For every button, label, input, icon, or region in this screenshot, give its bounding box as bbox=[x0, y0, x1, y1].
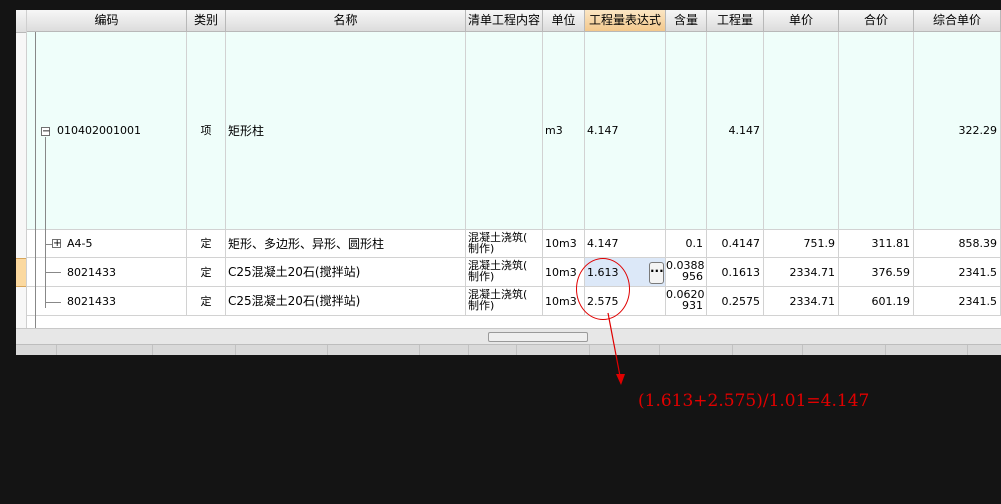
header-unit-price[interactable]: 单价 bbox=[764, 10, 839, 32]
cell-name: 矩形、多边形、异形、圆形柱 bbox=[226, 230, 466, 258]
cell-unit-price: 2334.71 bbox=[764, 287, 839, 316]
cell-type: 项 bbox=[187, 32, 226, 230]
cell-unit-price: 751.9 bbox=[764, 230, 839, 258]
header-ratio[interactable]: 含量 bbox=[666, 10, 707, 32]
collapse-icon[interactable]: − bbox=[41, 127, 50, 137]
header-unit[interactable]: 单位 bbox=[543, 10, 585, 32]
cell-unit-price bbox=[764, 32, 839, 230]
cell-unit: 10m3 bbox=[543, 230, 585, 258]
cell-total bbox=[839, 32, 914, 230]
cell-total: 601.19 bbox=[839, 287, 914, 316]
header-name[interactable]: 名称 bbox=[226, 10, 466, 32]
column-divider-strip bbox=[16, 344, 1001, 355]
horizontal-scrollbar[interactable] bbox=[16, 328, 1001, 345]
cell-content bbox=[466, 32, 543, 230]
table-row[interactable]: 8021433 定 C25混凝土20石(搅拌站) 混凝土浇筑(制作) 10m3 … bbox=[27, 258, 1001, 287]
cell-total: 311.81 bbox=[839, 230, 914, 258]
header-total[interactable]: 合价 bbox=[839, 10, 914, 32]
current-row-marker[interactable] bbox=[16, 258, 26, 287]
cell-unit: m3 bbox=[543, 32, 585, 230]
header-code[interactable]: 编码 bbox=[27, 10, 187, 32]
table-row[interactable]: 8021433 定 C25混凝土20石(搅拌站) 混凝土浇筑(制作) 10m3 … bbox=[27, 287, 1001, 316]
tree-guide-line bbox=[45, 137, 46, 308]
cell-code: 010402001001 bbox=[27, 32, 187, 230]
top-strip bbox=[0, 0, 1001, 10]
header-expression[interactable]: 工程量表达式 bbox=[585, 10, 666, 32]
header-quantity[interactable]: 工程量 bbox=[707, 10, 764, 32]
cell-quantity: 0.1613 bbox=[707, 258, 764, 287]
cell-content: 混凝土浇筑(制作) bbox=[466, 230, 543, 258]
header-content[interactable]: 清单工程内容 bbox=[466, 10, 543, 32]
cell-name: 矩形柱 bbox=[226, 32, 466, 230]
cell-type: 定 bbox=[187, 287, 226, 316]
quantity-grid-window: 编码 类别 名称 清单工程内容 单位 工程量表达式 含量 工程量 单价 合价 综… bbox=[16, 10, 1001, 355]
cell-unit-price: 2334.71 bbox=[764, 258, 839, 287]
cell-content: 混凝土浇筑(制作) bbox=[466, 258, 543, 287]
cell-quantity: 0.2575 bbox=[707, 287, 764, 316]
cell-quantity: 0.4147 bbox=[707, 230, 764, 258]
table-row[interactable]: 010402001001 项 矩形柱 m3 4.147 4.147 322.29 bbox=[27, 32, 1001, 230]
cell-quantity: 4.147 bbox=[707, 32, 764, 230]
cell-expression[interactable]: 4.147 bbox=[585, 230, 666, 258]
cell-name: C25混凝土20石(搅拌站) bbox=[226, 258, 466, 287]
cell-total: 376.59 bbox=[839, 258, 914, 287]
scrollbar-thumb[interactable] bbox=[488, 332, 588, 342]
tree-guide-line bbox=[35, 32, 36, 328]
table-row[interactable]: A4-5 定 矩形、多边形、异形、圆形柱 混凝土浇筑(制作) 10m3 4.14… bbox=[27, 230, 1001, 258]
cell-name: C25混凝土20石(搅拌站) bbox=[226, 287, 466, 316]
cell-composite-price: 2341.5 bbox=[914, 258, 1001, 287]
annotation-circle bbox=[576, 258, 630, 320]
cell-expression[interactable]: 4.147 bbox=[585, 32, 666, 230]
tree-guide-line bbox=[45, 272, 61, 273]
gutter-header bbox=[16, 10, 26, 33]
expand-icon[interactable]: + bbox=[52, 239, 61, 249]
cell-composite-price: 858.39 bbox=[914, 230, 1001, 258]
cell-content: 混凝土浇筑(制作) bbox=[466, 287, 543, 316]
annotation-arrow-icon bbox=[607, 312, 625, 385]
header-type[interactable]: 类别 bbox=[187, 10, 226, 32]
cell-type: 定 bbox=[187, 258, 226, 287]
cell-ratio: 0.0620 931 bbox=[666, 287, 707, 316]
cell-ratio: 0.1 bbox=[666, 230, 707, 258]
header-composite-price[interactable]: 综合单价 bbox=[914, 10, 1001, 32]
ellipsis-button[interactable]: ··· bbox=[649, 262, 664, 284]
annotation-formula: (1.613+2.575)/1.01=4.147 bbox=[638, 391, 870, 411]
cell-ratio: 0.0388 956 bbox=[666, 258, 707, 287]
cell-ratio bbox=[666, 32, 707, 230]
cell-composite-price: 2341.5 bbox=[914, 287, 1001, 316]
cell-type: 定 bbox=[187, 230, 226, 258]
tree-guide-line bbox=[45, 302, 61, 303]
cell-composite-price: 322.29 bbox=[914, 32, 1001, 230]
row-selector-gutter bbox=[16, 10, 27, 344]
